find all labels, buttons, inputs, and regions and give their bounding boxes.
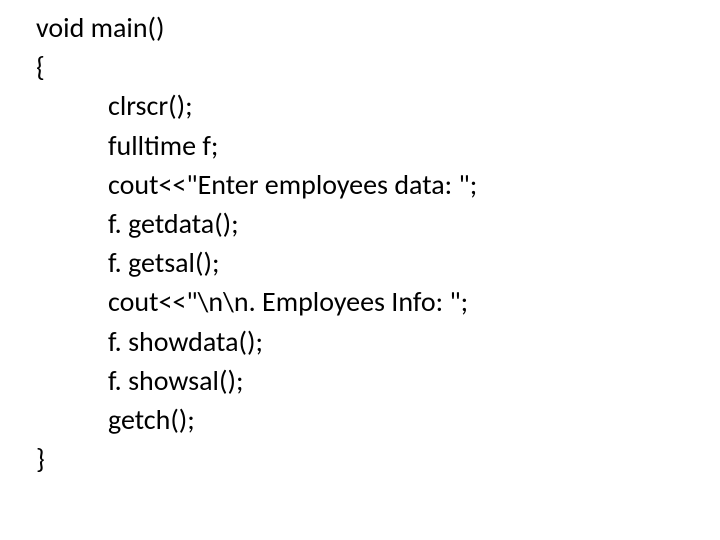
code-slide: void main() { clrscr(); fulltime f; cout…	[0, 0, 720, 478]
code-line-12: }	[36, 439, 720, 478]
code-line-11: getch();	[36, 400, 720, 439]
code-line-10: f. showsal();	[36, 361, 720, 400]
code-line-9: f. showdata();	[36, 322, 720, 361]
code-line-1: void main()	[36, 8, 720, 47]
code-line-5: cout<<"Enter employees data: ";	[36, 165, 720, 204]
code-line-3: clrscr();	[36, 86, 720, 125]
code-line-8: cout<<"\n\n. Employees Info: ";	[36, 282, 720, 321]
code-line-4: fulltime f;	[36, 126, 720, 165]
code-line-2: {	[36, 47, 720, 86]
code-line-7: f. getsal();	[36, 243, 720, 282]
code-line-6: f. getdata();	[36, 204, 720, 243]
